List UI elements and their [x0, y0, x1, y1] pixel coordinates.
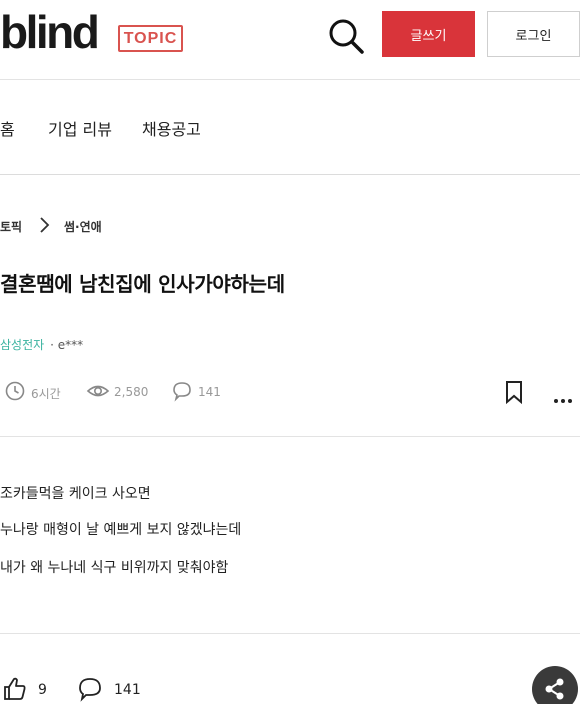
- post-comment-count: 141: [198, 385, 221, 399]
- breadcrumb-topic[interactable]: 토픽: [0, 218, 22, 235]
- topic-badge[interactable]: TOPIC: [118, 25, 183, 52]
- thumbs-up-icon[interactable]: [2, 676, 28, 704]
- login-button[interactable]: 로그인: [487, 11, 580, 57]
- share-button[interactable]: [532, 666, 578, 704]
- bookmark-icon[interactable]: [503, 379, 525, 409]
- share-icon: [545, 678, 564, 700]
- more-options-icon[interactable]: [553, 389, 573, 408]
- post-stats: 6시간 2,580 141: [0, 379, 580, 405]
- content-divider: [0, 436, 580, 437]
- like-count: 9: [38, 682, 47, 698]
- comment-icon: [171, 380, 193, 406]
- comment-icon[interactable]: [77, 676, 103, 704]
- top-header: blind TOPIC 글쓰기 로그인: [0, 0, 580, 80]
- main-nav: 홈 기업 리뷰 채용공고: [0, 80, 580, 175]
- chevron-right-icon: [38, 216, 50, 234]
- blind-logo[interactable]: blind: [0, 6, 100, 58]
- breadcrumb-category[interactable]: 썸·연애: [64, 218, 102, 235]
- footer-divider: [0, 633, 580, 634]
- post-time: 6시간: [31, 387, 61, 401]
- footer-comment-count: 141: [114, 682, 141, 698]
- eye-icon: [86, 380, 110, 406]
- post-title: 결혼땜에 남친집에 인사가야하는데: [0, 272, 285, 296]
- search-icon[interactable]: [326, 16, 366, 56]
- nav-item-jobs[interactable]: 채용공고: [142, 116, 201, 140]
- nav-item-company-review[interactable]: 기업 리뷰: [48, 116, 112, 140]
- post-body-line: 조카들먹을 케이크 사오면: [0, 486, 151, 502]
- author-name: · e***: [50, 338, 84, 352]
- write-button[interactable]: 글쓰기: [382, 11, 475, 57]
- post-body-line: 내가 왜 누나네 식구 비위까지 맞춰야함: [0, 560, 229, 576]
- post-author-line: 삼성전자 · e***: [0, 336, 83, 353]
- nav-item-home[interactable]: 홈: [0, 116, 15, 140]
- post-body-line: 누나랑 매형이 날 예쁘게 보지 않겠냐는데: [0, 522, 242, 538]
- author-company[interactable]: 삼성전자: [0, 338, 44, 352]
- clock-icon: [4, 380, 26, 406]
- post-views: 2,580: [114, 385, 149, 399]
